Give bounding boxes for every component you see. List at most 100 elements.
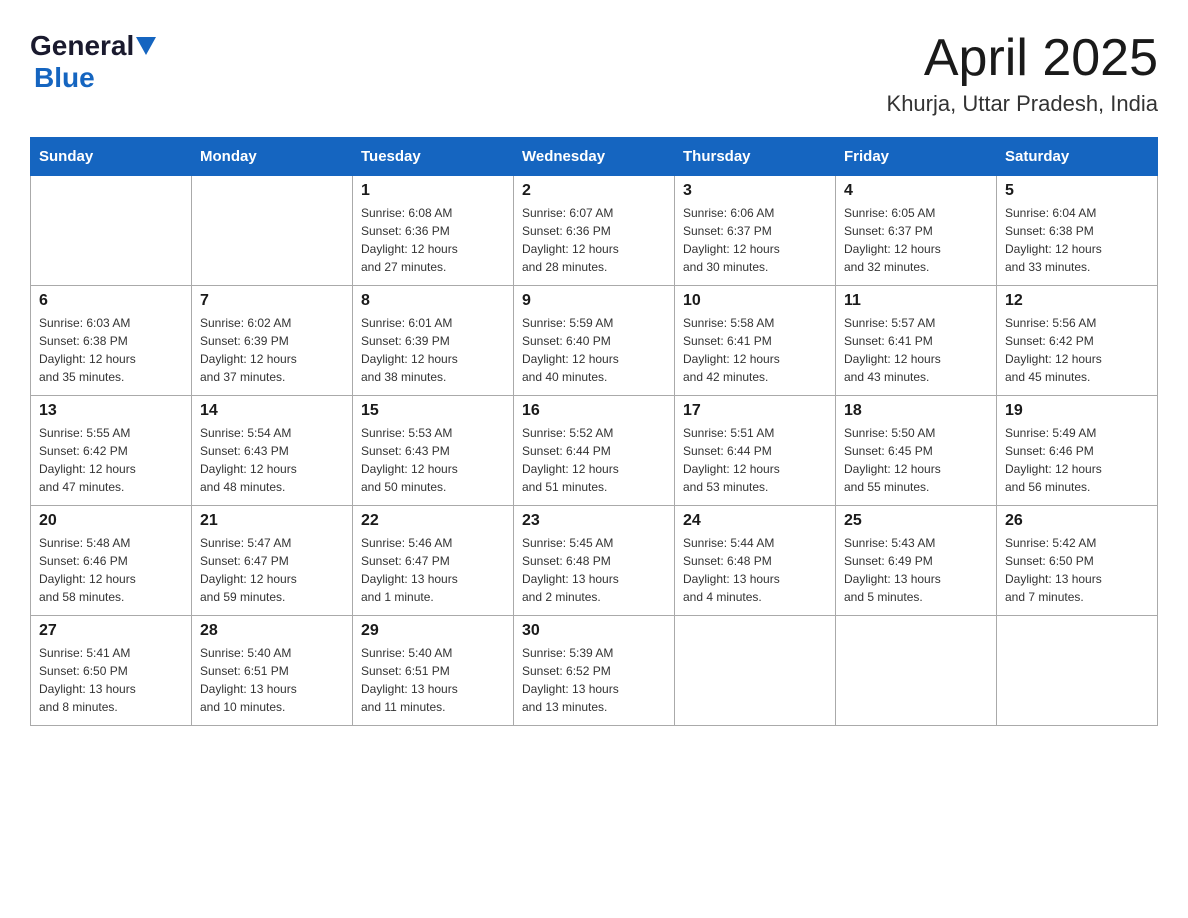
day-number: 26 <box>1005 512 1149 530</box>
calendar-cell: 18 Sunrise: 5:50 AM Sunset: 6:45 PM Dayli… <box>836 396 997 506</box>
day-info: Sunrise: 5:55 AM Sunset: 6:42 PM Dayligh… <box>39 424 183 496</box>
day-number: 16 <box>522 402 666 420</box>
header-day-tuesday: Tuesday <box>353 138 514 176</box>
calendar-cell: 29 Sunrise: 5:40 AM Sunset: 6:51 PM Dayli… <box>353 616 514 726</box>
calendar-cell: 3 Sunrise: 6:06 AM Sunset: 6:37 PM Daylig… <box>675 176 836 286</box>
day-number: 15 <box>361 402 505 420</box>
calendar-cell: 10 Sunrise: 5:58 AM Sunset: 6:41 PM Dayli… <box>675 286 836 396</box>
day-number: 8 <box>361 292 505 310</box>
header-day-wednesday: Wednesday <box>514 138 675 176</box>
calendar-cell: 6 Sunrise: 6:03 AM Sunset: 6:38 PM Daylig… <box>31 286 192 396</box>
calendar-week-2: 6 Sunrise: 6:03 AM Sunset: 6:38 PM Daylig… <box>31 286 1158 396</box>
day-number: 25 <box>844 512 988 530</box>
calendar-cell: 19 Sunrise: 5:49 AM Sunset: 6:46 PM Dayli… <box>997 396 1158 506</box>
calendar-cell: 5Sunrise: 6:04 AM Sunset: 6:38 PM Daylig… <box>997 176 1158 286</box>
day-info: Sunrise: 5:40 AM Sunset: 6:51 PM Dayligh… <box>200 644 344 716</box>
day-info: Sunrise: 5:52 AM Sunset: 6:44 PM Dayligh… <box>522 424 666 496</box>
calendar-cell: 17 Sunrise: 5:51 AM Sunset: 6:44 PM Dayli… <box>675 396 836 506</box>
day-number: 6 <box>39 292 183 310</box>
day-number: 22 <box>361 512 505 530</box>
logo-triangle-icon <box>136 37 156 57</box>
calendar-cell: 23 Sunrise: 5:45 AM Sunset: 6:48 PM Dayli… <box>514 506 675 616</box>
day-number: 30 <box>522 622 666 640</box>
day-info: Sunrise: 5:44 AM Sunset: 6:48 PM Dayligh… <box>683 534 827 606</box>
page-title: April 2025 <box>887 30 1158 87</box>
day-info: Sunrise: 6:02 AM Sunset: 6:39 PM Dayligh… <box>200 314 344 386</box>
logo-general-text: General <box>30 30 134 62</box>
calendar-cell <box>192 176 353 286</box>
calendar-cell: 21Sunrise: 5:47 AM Sunset: 6:47 PM Dayli… <box>192 506 353 616</box>
day-number: 23 <box>522 512 666 530</box>
day-info: Sunrise: 5:45 AM Sunset: 6:48 PM Dayligh… <box>522 534 666 606</box>
day-number: 17 <box>683 402 827 420</box>
day-info: Sunrise: 6:01 AM Sunset: 6:39 PM Dayligh… <box>361 314 505 386</box>
calendar-body: 1Sunrise: 6:08 AM Sunset: 6:36 PM Daylig… <box>31 176 1158 726</box>
calendar-week-3: 13Sunrise: 5:55 AM Sunset: 6:42 PM Dayli… <box>31 396 1158 506</box>
calendar-cell: 16 Sunrise: 5:52 AM Sunset: 6:44 PM Dayli… <box>514 396 675 506</box>
calendar-cell: 24 Sunrise: 5:44 AM Sunset: 6:48 PM Dayli… <box>675 506 836 616</box>
calendar-cell <box>675 616 836 726</box>
day-info: Sunrise: 5:43 AM Sunset: 6:49 PM Dayligh… <box>844 534 988 606</box>
calendar-week-5: 27 Sunrise: 5:41 AM Sunset: 6:50 PM Dayli… <box>31 616 1158 726</box>
calendar-cell <box>31 176 192 286</box>
day-number: 3 <box>683 182 827 200</box>
header-day-sunday: Sunday <box>31 138 192 176</box>
day-number: 2 <box>522 182 666 200</box>
calendar-cell: 28 Sunrise: 5:40 AM Sunset: 6:51 PM Dayli… <box>192 616 353 726</box>
day-number: 19 <box>1005 402 1149 420</box>
calendar-cell: 27 Sunrise: 5:41 AM Sunset: 6:50 PM Dayli… <box>31 616 192 726</box>
day-info: Sunrise: 6:03 AM Sunset: 6:38 PM Dayligh… <box>39 314 183 386</box>
calendar-cell: 4 Sunrise: 6:05 AM Sunset: 6:37 PM Daylig… <box>836 176 997 286</box>
day-number: 7 <box>200 292 344 310</box>
calendar-cell: 30 Sunrise: 5:39 AM Sunset: 6:52 PM Dayli… <box>514 616 675 726</box>
calendar-cell: 12 Sunrise: 5:56 AM Sunset: 6:42 PM Dayli… <box>997 286 1158 396</box>
day-info: Sunrise: 6:06 AM Sunset: 6:37 PM Dayligh… <box>683 204 827 276</box>
calendar-cell: 9Sunrise: 5:59 AM Sunset: 6:40 PM Daylig… <box>514 286 675 396</box>
calendar-week-1: 1Sunrise: 6:08 AM Sunset: 6:36 PM Daylig… <box>31 176 1158 286</box>
day-info: Sunrise: 5:57 AM Sunset: 6:41 PM Dayligh… <box>844 314 988 386</box>
day-info: Sunrise: 6:08 AM Sunset: 6:36 PM Dayligh… <box>361 204 505 276</box>
day-number: 11 <box>844 292 988 310</box>
day-info: Sunrise: 5:49 AM Sunset: 6:46 PM Dayligh… <box>1005 424 1149 496</box>
day-info: Sunrise: 5:53 AM Sunset: 6:43 PM Dayligh… <box>361 424 505 496</box>
day-number: 20 <box>39 512 183 530</box>
calendar-cell: 7 Sunrise: 6:02 AM Sunset: 6:39 PM Daylig… <box>192 286 353 396</box>
calendar-cell <box>997 616 1158 726</box>
day-info: Sunrise: 5:39 AM Sunset: 6:52 PM Dayligh… <box>522 644 666 716</box>
day-number: 21 <box>200 512 344 530</box>
day-number: 24 <box>683 512 827 530</box>
day-info: Sunrise: 5:56 AM Sunset: 6:42 PM Dayligh… <box>1005 314 1149 386</box>
day-info: Sunrise: 6:04 AM Sunset: 6:38 PM Dayligh… <box>1005 204 1149 276</box>
title-block: April 2025 Khurja, Uttar Pradesh, India <box>887 30 1158 117</box>
day-info: Sunrise: 5:40 AM Sunset: 6:51 PM Dayligh… <box>361 644 505 716</box>
calendar-cell: 14 Sunrise: 5:54 AM Sunset: 6:43 PM Dayli… <box>192 396 353 506</box>
header-day-saturday: Saturday <box>997 138 1158 176</box>
day-number: 10 <box>683 292 827 310</box>
calendar-cell <box>836 616 997 726</box>
day-number: 29 <box>361 622 505 640</box>
calendar-cell: 13Sunrise: 5:55 AM Sunset: 6:42 PM Dayli… <box>31 396 192 506</box>
page-header: General Blue April 2025 Khurja, Uttar Pr… <box>30 30 1158 117</box>
day-number: 28 <box>200 622 344 640</box>
calendar-week-4: 20Sunrise: 5:48 AM Sunset: 6:46 PM Dayli… <box>31 506 1158 616</box>
day-info: Sunrise: 5:58 AM Sunset: 6:41 PM Dayligh… <box>683 314 827 386</box>
day-number: 18 <box>844 402 988 420</box>
header-day-monday: Monday <box>192 138 353 176</box>
day-info: Sunrise: 5:50 AM Sunset: 6:45 PM Dayligh… <box>844 424 988 496</box>
page-subtitle: Khurja, Uttar Pradesh, India <box>887 91 1158 117</box>
day-number: 4 <box>844 182 988 200</box>
calendar-cell: 1Sunrise: 6:08 AM Sunset: 6:36 PM Daylig… <box>353 176 514 286</box>
day-info: Sunrise: 5:42 AM Sunset: 6:50 PM Dayligh… <box>1005 534 1149 606</box>
logo-blue-text: Blue <box>34 62 95 93</box>
day-number: 12 <box>1005 292 1149 310</box>
calendar-cell: 11 Sunrise: 5:57 AM Sunset: 6:41 PM Dayli… <box>836 286 997 396</box>
day-info: Sunrise: 5:54 AM Sunset: 6:43 PM Dayligh… <box>200 424 344 496</box>
day-number: 14 <box>200 402 344 420</box>
calendar-cell: 20Sunrise: 5:48 AM Sunset: 6:46 PM Dayli… <box>31 506 192 616</box>
calendar-cell: 2Sunrise: 6:07 AM Sunset: 6:36 PM Daylig… <box>514 176 675 286</box>
calendar-cell: 22Sunrise: 5:46 AM Sunset: 6:47 PM Dayli… <box>353 506 514 616</box>
day-info: Sunrise: 5:51 AM Sunset: 6:44 PM Dayligh… <box>683 424 827 496</box>
day-info: Sunrise: 6:05 AM Sunset: 6:37 PM Dayligh… <box>844 204 988 276</box>
day-number: 27 <box>39 622 183 640</box>
day-info: Sunrise: 5:41 AM Sunset: 6:50 PM Dayligh… <box>39 644 183 716</box>
